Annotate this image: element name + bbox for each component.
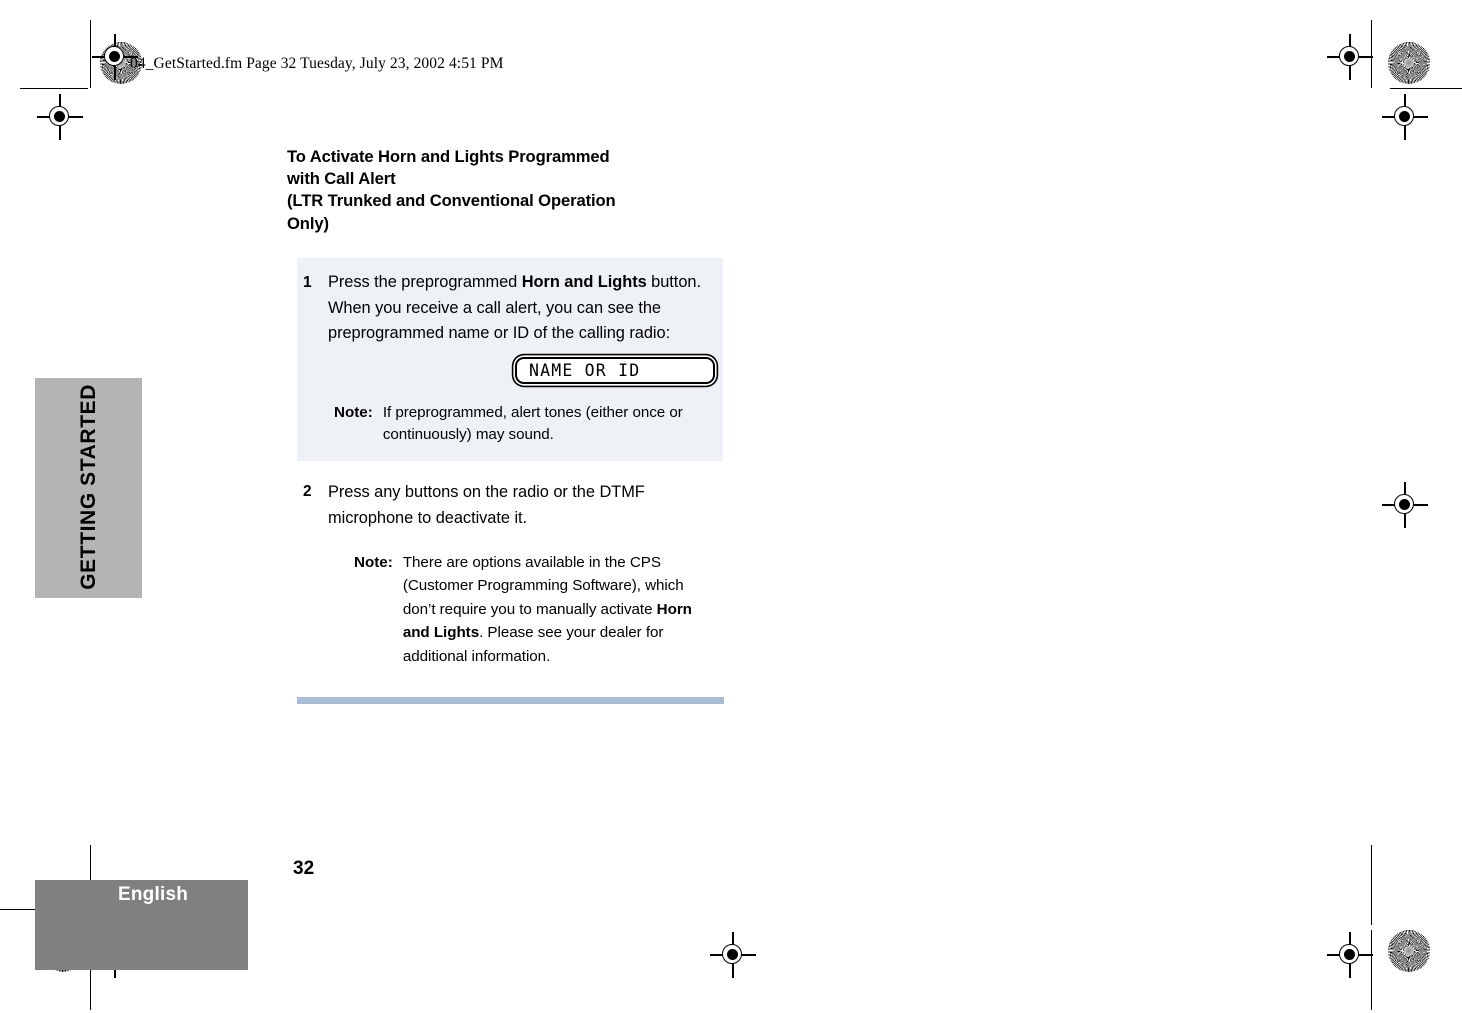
- section-tab-getting-started: GETTING STARTED: [35, 378, 142, 598]
- radio-display-wrap: NAME OR ID: [297, 356, 723, 384]
- trim-line-top-right-vertical: [1371, 20, 1373, 88]
- trim-line-top-right-horizontal: [1390, 88, 1462, 90]
- section-divider-rule: [297, 697, 724, 704]
- registration-mark-middle-right: [1382, 482, 1428, 528]
- step-1-row: 1 Press the preprogrammed Horn and Light…: [297, 270, 723, 347]
- radio-display: NAME OR ID: [515, 356, 715, 384]
- step-1-text: Press the preprogrammed Horn and Lights …: [328, 273, 701, 342]
- step-1-note-label: Note:: [334, 403, 373, 421]
- step-1-number: 1: [303, 274, 312, 291]
- page-title-line-2: with Call Alert: [287, 169, 396, 189]
- registration-mark-top-right: [1327, 34, 1373, 80]
- step-2-block: 2 Press any buttons on the radio or the …: [297, 479, 723, 531]
- step-2-number: 2: [303, 483, 312, 500]
- page-title-line-4: Only): [287, 213, 329, 233]
- print-calibration-target-top-right: [1388, 42, 1430, 84]
- trim-line-top-left-vertical: [90, 20, 92, 88]
- page-title-line-1: To Activate Horn and Lights Programmed: [287, 147, 610, 166]
- section-tab-label: GETTING STARTED: [76, 384, 100, 590]
- registration-mark-top-center-left: [92, 34, 138, 80]
- page-title-line-3: (LTR Trunked and Conventional Operation: [287, 191, 616, 211]
- step-1-note-text: If preprogrammed, alert tones (either on…: [382, 403, 683, 444]
- print-calibration-target-bottom-right: [1388, 930, 1430, 972]
- step-2-row: 2 Press any buttons on the radio or the …: [297, 479, 723, 531]
- step-2-note-text: There are options available in the CPS (…: [402, 554, 692, 665]
- page-number: 32: [293, 858, 315, 879]
- file-stamp: 04_GetStarted.fm Page 32 Tuesday, July 2…: [130, 55, 504, 72]
- page-title: To Activate Horn and Lights Programmed w…: [287, 146, 727, 235]
- registration-mark-bottom-right: [1327, 932, 1373, 978]
- step-2-text: Press any buttons on the radio or the DT…: [328, 483, 645, 527]
- step-1-block: 1 Press the preprogrammed Horn and Light…: [297, 258, 723, 461]
- step-1-note: Note: If preprogrammed, alert tones (eit…: [297, 402, 723, 447]
- page-heading-block: To Activate Horn and Lights Programmed w…: [287, 146, 727, 235]
- trim-line-bottom-right-vertical-upper: [1371, 845, 1373, 925]
- step-2-note-label: Note:: [354, 554, 393, 571]
- registration-mark-bottom-center: [710, 932, 756, 978]
- radio-display-text: NAME OR ID: [529, 360, 641, 380]
- step-2-note: Note: There are options available in the…: [297, 551, 723, 668]
- footer-language-label: English: [118, 884, 189, 905]
- registration-mark-top-right-lower: [1382, 94, 1428, 140]
- trim-line-bottom-right-vertical: [1371, 930, 1373, 1010]
- trim-line-top-left-horizontal: [20, 88, 88, 90]
- registration-mark-top-left: [37, 94, 83, 140]
